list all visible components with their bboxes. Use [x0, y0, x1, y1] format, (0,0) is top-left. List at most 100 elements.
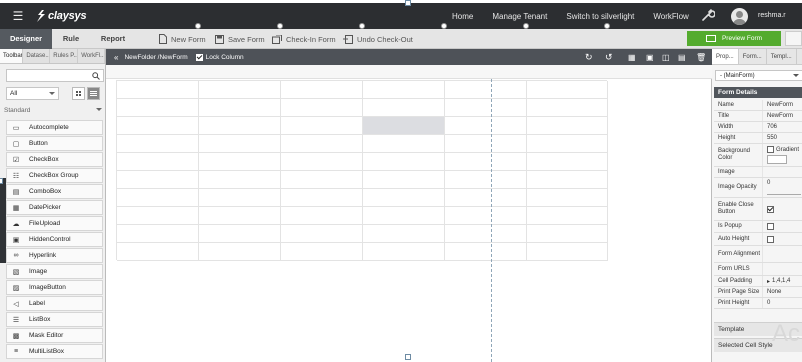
selected-grid-cell[interactable]: [363, 117, 445, 135]
column-handle[interactable]: [277, 23, 283, 29]
grid-cell[interactable]: [199, 117, 281, 135]
grid-view-button[interactable]: [72, 87, 85, 100]
grid-cell[interactable]: [445, 171, 527, 189]
nav-home[interactable]: Home: [452, 12, 473, 21]
grid-cell[interactable]: [117, 207, 199, 225]
property-value[interactable]: NewForm: [762, 100, 802, 110]
grid-cell[interactable]: [445, 99, 527, 117]
toolbox-item[interactable]: ∞ Hyperlink: [6, 248, 103, 263]
new-form-button[interactable]: New Form: [159, 29, 206, 49]
column-handle[interactable]: [523, 23, 529, 29]
grid-cell[interactable]: [199, 81, 281, 99]
grid-cell[interactable]: [117, 243, 199, 261]
grid-cell[interactable]: [445, 189, 527, 207]
avatar[interactable]: [731, 8, 748, 25]
column-handle[interactable]: [195, 23, 201, 29]
form-grid[interactable]: [116, 80, 608, 261]
collapse-left-icon[interactable]: «: [114, 53, 118, 62]
toolbox-item[interactable]: ▧ Image: [6, 264, 103, 279]
grid-cell[interactable]: [445, 225, 527, 243]
toolbox-item[interactable]: ▦ DatePicker: [6, 200, 103, 215]
property-value[interactable]: [762, 167, 802, 177]
align-icon[interactable]: ▦: [628, 53, 636, 62]
toolbox-item[interactable]: ☷ CheckBox Group: [6, 168, 103, 183]
grid-cell[interactable]: [199, 171, 281, 189]
toolbox-group-header[interactable]: Standard: [4, 105, 104, 116]
property-background-color[interactable]: Gradient: [762, 144, 802, 166]
grid-cell[interactable]: [527, 117, 608, 135]
tab-workflow[interactable]: WorkFl...: [78, 49, 105, 63]
grid-cell[interactable]: [117, 189, 199, 207]
property-value[interactable]: 706: [762, 122, 802, 132]
column-handle[interactable]: [441, 23, 447, 29]
checkbox-icon[interactable]: [767, 146, 774, 153]
grid-cell[interactable]: [527, 171, 608, 189]
property-value[interactable]: NewForm: [762, 111, 802, 121]
redo-icon[interactable]: ↻: [585, 52, 593, 63]
grid-cell[interactable]: [117, 171, 199, 189]
layout-icon[interactable]: ▣: [646, 53, 654, 62]
checkbox-icon[interactable]: [767, 223, 774, 230]
grid-cell[interactable]: [363, 135, 445, 153]
property-checkbox[interactable]: [762, 221, 802, 232]
selection-handle-left[interactable]: [0, 178, 3, 184]
nav-workflow[interactable]: WorkFlow: [653, 12, 688, 21]
checkbox-icon[interactable]: [767, 235, 774, 243]
selection-handle-top[interactable]: [405, 0, 411, 6]
property-image-opacity[interactable]: 0: [762, 178, 802, 197]
property-value[interactable]: [762, 263, 802, 275]
nav-manage-tenant[interactable]: Manage Tenant: [492, 12, 547, 21]
grid-cell[interactable]: [281, 81, 363, 99]
grid-cell[interactable]: [363, 99, 445, 117]
toolbox-item[interactable]: ≡ MultiListBox: [6, 344, 103, 359]
toolbox-item[interactable]: ▨ ImageButton: [6, 280, 103, 295]
grid-cell[interactable]: [117, 153, 199, 171]
tab-properties[interactable]: Prop...: [712, 49, 739, 64]
grid-cell[interactable]: [527, 81, 608, 99]
grid-cell[interactable]: [445, 117, 527, 135]
tab-template[interactable]: Templ...: [767, 49, 797, 64]
grid-cell[interactable]: [199, 243, 281, 261]
brand-logo[interactable]: claysys: [36, 10, 87, 22]
side-collapse-handle[interactable]: [0, 178, 6, 263]
rows-icon[interactable]: ▤: [678, 53, 686, 62]
grid-cell[interactable]: [281, 117, 363, 135]
grid-cell[interactable]: [117, 99, 199, 117]
grid-cell[interactable]: [445, 243, 527, 261]
toolbox-item[interactable]: ▭ Autocomplete: [6, 120, 103, 135]
grid-cell[interactable]: [281, 99, 363, 117]
property-value[interactable]: 0: [762, 298, 802, 308]
color-picker[interactable]: [767, 155, 787, 164]
toolbox-item[interactable]: ☑ CheckBox: [6, 152, 103, 167]
toolbox-item[interactable]: ☰ ListBox: [6, 312, 103, 327]
grid-cell[interactable]: [281, 171, 363, 189]
lock-column-checkbox[interactable]: [195, 53, 203, 61]
property-checkbox[interactable]: [762, 233, 802, 245]
grid-cell[interactable]: [281, 135, 363, 153]
grid-cell[interactable]: [527, 207, 608, 225]
save-form-button[interactable]: Save Form: [215, 29, 265, 49]
grid-cell[interactable]: [281, 243, 363, 261]
preview-form-button[interactable]: Preview Form: [687, 31, 781, 46]
column-handle[interactable]: [359, 23, 365, 29]
grid-cell[interactable]: [527, 243, 608, 261]
grid-cell[interactable]: [281, 207, 363, 225]
grid-cell[interactable]: [199, 99, 281, 117]
tab-designer[interactable]: Designer: [0, 29, 52, 49]
grid-cell[interactable]: [363, 225, 445, 243]
selection-handle-bottom[interactable]: [405, 354, 411, 360]
tab-report[interactable]: Report: [90, 29, 136, 49]
grid-cell[interactable]: [117, 225, 199, 243]
grid-cell[interactable]: [363, 207, 445, 225]
property-value[interactable]: 550: [762, 133, 802, 143]
opacity-slider[interactable]: [767, 194, 801, 195]
grid-cell[interactable]: [199, 225, 281, 243]
tab-rules[interactable]: Rules P...: [50, 49, 79, 63]
toolbox-item[interactable]: ▩ Mask Editor: [6, 328, 103, 343]
nav-switch-silverlight[interactable]: Switch to silverlight: [566, 12, 634, 21]
grid-cell[interactable]: [445, 207, 527, 225]
tab-datasets[interactable]: Datase...: [23, 49, 51, 63]
undo-check-out-button[interactable]: Undo Check-Out: [343, 29, 413, 49]
toolbox-search-input[interactable]: [6, 69, 104, 82]
grid-cell[interactable]: [363, 243, 445, 261]
